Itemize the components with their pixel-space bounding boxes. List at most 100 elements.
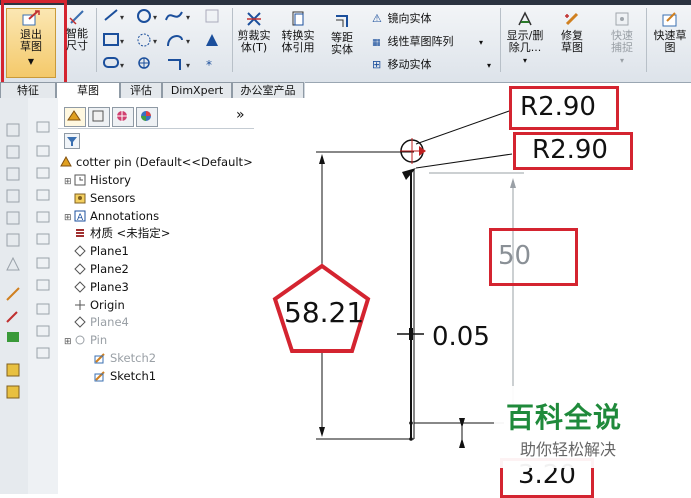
expand-panel-button[interactable]: » (236, 107, 245, 123)
slot-tool-icon[interactable]: ▾ (103, 57, 124, 70)
display-delete-relations-button[interactable]: 显示/删除几... ▾ (503, 10, 547, 70)
feature-manager-tab[interactable] (64, 107, 86, 127)
rapid-sketch-label: 快速草图 (653, 29, 687, 54)
grid-icon[interactable] (205, 9, 219, 23)
move-label: 移动实体 (387, 58, 432, 71)
tab-features[interactable]: 特征 (0, 82, 56, 98)
window-top-strip (0, 0, 691, 5)
feature-tree-icon (67, 110, 81, 121)
part-icon (60, 156, 72, 167)
view-cube-icon[interactable] (6, 233, 20, 247)
display-manager-tab[interactable] (136, 107, 158, 127)
chevron-down-icon[interactable]: ▾ (600, 55, 644, 67)
tree-item-pin[interactable]: ⊞ Pin (64, 332, 107, 348)
tree-root-part[interactable]: cotter pin (Default<<Default> (60, 154, 253, 170)
centerline-icon[interactable]: * (206, 58, 212, 72)
arc-tool-icon[interactable]: ▾ (167, 35, 190, 47)
tree-item-sketch1[interactable]: Sketch1 (84, 368, 156, 384)
layer-icon[interactable] (6, 363, 20, 377)
property-manager-tab[interactable] (88, 107, 110, 127)
chevron-down-icon[interactable]: ▾ (503, 55, 547, 67)
tool-icon[interactable] (36, 167, 50, 179)
point-tool-icon[interactable] (138, 57, 150, 69)
tab-evaluate[interactable]: 评估 (120, 82, 162, 98)
chevron-down-icon[interactable]: ▾ (487, 61, 491, 70)
polygon-tool-icon[interactable]: ▾ (137, 33, 157, 47)
tab-sketch[interactable]: 草图 (56, 82, 120, 98)
tree-item-plane4[interactable]: Plane4 (64, 314, 129, 330)
trim-entities-button[interactable]: 剪裁实体(T) (234, 10, 274, 70)
layer-icon[interactable] (6, 385, 20, 399)
tree-item-plane1[interactable]: Plane1 (64, 243, 129, 259)
radius-dimension-second[interactable]: R2.90 (532, 135, 608, 165)
circle-tool-icon[interactable]: ▾ (137, 9, 157, 23)
leader-line (415, 153, 513, 169)
tree-expander-icon[interactable]: ⊞ (64, 334, 74, 350)
tree-item-annotations[interactable]: ⊞ A Annotations (64, 208, 159, 224)
sketch-point[interactable] (409, 421, 413, 425)
ribbon-separator (232, 8, 233, 72)
tool-icon[interactable] (36, 121, 50, 133)
chevron-down-icon[interactable]: ▾ (479, 38, 483, 47)
convert-label: 转换实体引用 (281, 29, 315, 54)
tree-expander-icon[interactable]: ⊞ (64, 174, 74, 190)
arrowhead (510, 178, 516, 188)
view-cube-icon[interactable] (6, 256, 20, 271)
tool-icon[interactable] (36, 279, 50, 291)
height-dimension[interactable]: 58.21 (284, 296, 364, 329)
svg-text:▾: ▾ (186, 37, 190, 46)
smart-dimension-button[interactable]: 智能尺寸 (58, 8, 96, 68)
view-cube-icon[interactable] (6, 145, 20, 159)
tree-item-[interactable]: 材质 <未指定> (64, 225, 170, 241)
configuration-manager-tab[interactable] (112, 107, 134, 127)
move-entities-button[interactable]: ⊞ 移动实体 ▾ (372, 58, 491, 72)
tool-icon[interactable] (36, 257, 50, 269)
convert-entities-button[interactable]: 转换实体引用 (276, 10, 320, 70)
tab-dimxpert[interactable]: DimXpert (162, 82, 232, 98)
tool-icon[interactable] (36, 325, 50, 337)
tool-icon[interactable] (36, 347, 50, 359)
view-cube-icon[interactable] (6, 123, 20, 137)
tool-icon[interactable] (36, 303, 50, 315)
svg-text:▾: ▾ (153, 13, 157, 22)
text-tool-icon[interactable] (206, 34, 218, 46)
quick-snaps-button[interactable]: 快速捕捉 ▾ (600, 10, 644, 70)
tool-icon[interactable] (36, 233, 50, 245)
command-manager-ribbon: 退出草图 ▼ 智能尺寸 ▾ ▾ ▾ ▾ ▾ ▾ ▾ ▾ * 剪裁实体(T) 转换… (0, 0, 691, 86)
spline-tool-icon[interactable]: ▾ (165, 11, 190, 22)
view-cube-icon[interactable] (6, 189, 20, 203)
length-dimension[interactable]: 50 (498, 241, 531, 271)
arrowhead (319, 427, 325, 437)
radius-dimension-top[interactable]: R2.90 (520, 92, 596, 122)
repair-sketch-icon (565, 12, 579, 26)
sketch-point[interactable] (409, 437, 413, 441)
tab-office-products[interactable]: 办公室产品 (232, 82, 304, 98)
view-cube-icon[interactable] (6, 167, 20, 181)
view-cube-icon[interactable] (6, 211, 20, 225)
fillet-tool-icon[interactable]: ▾ (168, 59, 190, 70)
mirror-entities-button[interactable]: ⚠ 镜向实体 (372, 12, 432, 25)
mirror-icon: ⚠ (372, 12, 382, 25)
repair-tool-icon[interactable] (6, 311, 18, 323)
tree-item-sketch2[interactable]: Sketch2 (84, 350, 156, 366)
tool-icon[interactable] (36, 211, 50, 223)
tree-item-plane2[interactable]: Plane2 (64, 261, 129, 277)
line-tool-icon[interactable]: ▾ (104, 9, 124, 22)
linear-pattern-button[interactable]: ▦ 线性草图阵列 ▾ (372, 35, 483, 50)
tool-icon[interactable] (36, 145, 50, 157)
tree-item-origin[interactable]: Origin (64, 297, 125, 313)
tree-expander-icon[interactable]: ⊞ (64, 210, 74, 226)
repair-sketch-button[interactable]: 修复草图 (550, 10, 594, 70)
rectangle-tool-icon[interactable]: ▾ (103, 33, 124, 46)
offset-entities-button[interactable]: 等距实体 (322, 12, 362, 72)
tree-item-sensors[interactable]: Sensors (64, 190, 135, 206)
sketch-tool-icon[interactable] (6, 287, 20, 301)
tree-item-label: Origin (90, 297, 125, 312)
tool-icon[interactable] (36, 189, 50, 201)
tree-item-history[interactable]: ⊞ History (64, 172, 131, 188)
relations-tool-icon[interactable] (7, 332, 19, 342)
gap-dimension[interactable]: 0.05 (432, 322, 490, 352)
rapid-sketch-button[interactable]: 快速草图 (649, 10, 691, 70)
filter-icon[interactable] (64, 133, 80, 149)
tree-item-plane3[interactable]: Plane3 (64, 279, 129, 295)
